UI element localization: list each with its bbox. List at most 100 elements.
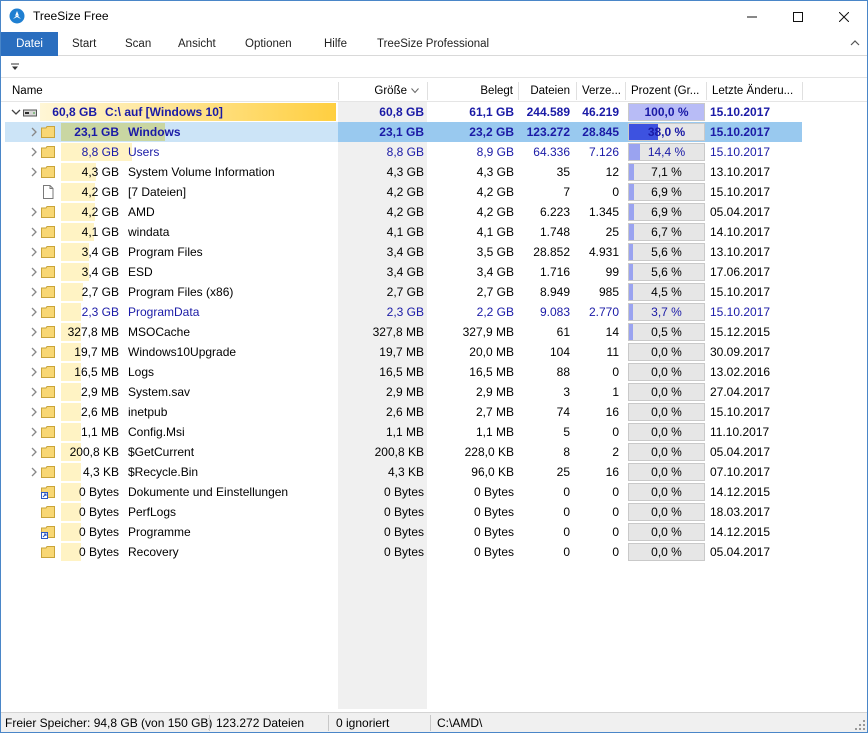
row-name: C:\ auf [Windows 10] (105, 105, 223, 119)
row-name: AMD (128, 205, 155, 219)
menu-scan[interactable]: Scan (125, 32, 151, 56)
chevron-right-icon[interactable] (28, 206, 40, 218)
cell-modified: 13.10.2017 (710, 165, 771, 179)
maximize-button[interactable] (775, 1, 821, 32)
drive-icon (23, 109, 37, 117)
chevron-right-icon[interactable] (28, 246, 40, 258)
cell-folders: 2 (612, 445, 619, 459)
table-row[interactable]: 1,1 MB Config.Msi 1,1 MB 1,1 MB 5 0 0,0 % 11.10… (1, 422, 867, 442)
chevron-right-icon[interactable] (28, 446, 40, 458)
minimize-button[interactable] (729, 1, 775, 32)
chevron-right-icon[interactable] (28, 166, 40, 178)
resize-grip-icon[interactable] (855, 720, 865, 730)
header-modified[interactable]: Letzte Änderu... (712, 80, 800, 102)
percent-text: 0,0 % (651, 505, 682, 519)
header-divider[interactable] (518, 82, 519, 100)
cell-files: 61 (556, 325, 570, 339)
folder-icon (41, 286, 55, 298)
chevron-right-icon[interactable] (28, 426, 40, 438)
row-size-label: 23,1 GB (74, 125, 119, 139)
chevron-right-icon[interactable] (28, 266, 40, 278)
table-row[interactable]: 4,3 KB $Recycle.Bin 4,3 KB 96,0 KB 25 16 0,0 %… (1, 462, 867, 482)
row-name: ESD (128, 265, 153, 279)
header-files[interactable]: Dateien (521, 80, 570, 102)
cell-size: 0 Bytes (383, 505, 424, 519)
header-allocated[interactable]: Belegt (431, 80, 513, 102)
customize-dropdown-icon[interactable] (10, 62, 20, 72)
table-row[interactable]: 2,3 GB ProgramData 2,3 GB 2,2 GB 9.083 2.770 3… (1, 302, 867, 322)
table-row[interactable]: 60,8 GB C:\ auf [Windows 10] 60,8 GB 61,1 G… (1, 102, 867, 122)
header-name[interactable]: Name (12, 80, 312, 102)
header-divider[interactable] (427, 82, 428, 100)
chevron-right-icon[interactable] (28, 326, 40, 338)
chevron-right-icon[interactable] (28, 286, 40, 298)
table-row[interactable]: 2,6 MB inetpub 2,6 MB 2,7 MB 74 16 0,0 % 15.10.… (1, 402, 867, 422)
header-size[interactable]: Größe (341, 80, 407, 102)
close-button[interactable] (821, 1, 867, 32)
percent-bar: 100,0 % (628, 103, 705, 121)
table-row[interactable]: 0 Bytes PerfLogs 0 Bytes 0 Bytes 0 0 0,0 % 18.0… (1, 502, 867, 522)
cell-size: 1,1 MB (385, 425, 424, 439)
chevron-right-icon[interactable] (28, 346, 40, 358)
folder-tree-table[interactable]: 60,8 GB C:\ auf [Windows 10] 60,8 GB 61,1 G… (1, 102, 867, 709)
chevron-right-icon[interactable] (28, 366, 40, 378)
table-row[interactable]: 2,7 GB Program Files (x86) 2,7 GB 2,7 GB 8.9… (1, 282, 867, 302)
percent-text: 6,7 % (651, 225, 682, 239)
cell-folders: 0 (612, 425, 619, 439)
table-row[interactable]: 3,4 GB Program Files 3,4 GB 3,5 GB 28.852 4.9… (1, 242, 867, 262)
table-row[interactable]: 23,1 GB Windows 23,1 GB 23,2 GB 123.272 28.84… (1, 122, 867, 142)
chevron-right-icon[interactable] (28, 306, 40, 318)
chevron-right-icon[interactable] (28, 466, 40, 478)
header-divider[interactable] (576, 82, 577, 100)
table-row[interactable]: 8,8 GB Users 8,8 GB 8,9 GB 64.336 7.126 14,4 %… (1, 142, 867, 162)
header-divider[interactable] (625, 82, 626, 100)
chevron-right-icon[interactable] (28, 126, 40, 138)
header-divider[interactable] (706, 82, 707, 100)
chevron-right-icon[interactable] (28, 406, 40, 418)
table-row[interactable]: 3,4 GB ESD 3,4 GB 3,4 GB 1.716 99 5,6 % 17.06.2… (1, 262, 867, 282)
menu-treesize-professional[interactable]: TreeSize Professional (377, 32, 489, 56)
chevron-up-icon[interactable] (849, 37, 861, 49)
chevron-right-icon[interactable] (28, 226, 40, 238)
header-divider[interactable] (338, 82, 339, 100)
cell-allocated: 3,5 GB (476, 245, 514, 259)
cell-size: 4,3 KB (387, 465, 424, 479)
header-folders[interactable]: Verze... (582, 80, 623, 102)
table-row[interactable]: 0 Bytes Dokumente und Einstellungen 0 Byte… (1, 482, 867, 502)
cell-modified: 05.04.2017 (710, 205, 771, 219)
percent-text: 0,0 % (651, 545, 682, 559)
title-bar[interactable]: TreeSize Free (1, 1, 867, 32)
menu-start[interactable]: Start (72, 32, 96, 56)
cell-size: 200,8 KB (374, 445, 424, 459)
table-row[interactable]: 4,3 GB System Volume Information 4,3 GB 4,3… (1, 162, 867, 182)
table-row[interactable]: 4,2 GB AMD 4,2 GB 4,2 GB 6.223 1.345 6,9 % 05.0… (1, 202, 867, 222)
header-divider[interactable] (802, 82, 803, 100)
cell-modified: 15.10.2017 (710, 405, 771, 419)
table-row[interactable]: 0 Bytes Programme 0 Bytes 0 Bytes 0 0 0,0 % 14.… (1, 522, 867, 542)
cell-files: 35 (556, 165, 570, 179)
header-percent[interactable]: Prozent (Gr... (631, 80, 703, 102)
table-row[interactable]: 4,1 GB windata 4,1 GB 4,1 GB 1.748 25 6,7 % 14.… (1, 222, 867, 242)
chevron-down-icon[interactable] (10, 106, 22, 118)
row-size-label: 60,8 GB (52, 105, 97, 119)
table-row[interactable]: 19,7 MB Windows10Upgrade 19,7 MB 20,0 MB 104… (1, 342, 867, 362)
table-row[interactable]: 0 Bytes Recovery 0 Bytes 0 Bytes 0 0 0,0 % 05.0… (1, 542, 867, 562)
folder-icon (41, 446, 55, 458)
table-row[interactable]: 200,8 KB $GetCurrent 200,8 KB 228,0 KB 8 2 0,0… (1, 442, 867, 462)
folder-icon (41, 406, 55, 418)
folder-icon (41, 306, 55, 318)
table-row[interactable]: 4,2 GB [7 Dateien] 4,2 GB 4,2 GB 7 0 6,9 % 15.1… (1, 182, 867, 202)
menu-optionen[interactable]: Optionen (245, 32, 292, 56)
table-row[interactable]: 16,5 MB Logs 16,5 MB 16,5 MB 88 0 0,0 % 13.02.2… (1, 362, 867, 382)
menu-ansicht[interactable]: Ansicht (178, 32, 216, 56)
table-row[interactable]: 327,8 MB MSOCache 327,8 MB 327,9 MB 61 14 0,5 … (1, 322, 867, 342)
table-row[interactable]: 2,9 MB System.sav 2,9 MB 2,9 MB 3 1 0,0 % 27.04… (1, 382, 867, 402)
chevron-right-icon[interactable] (28, 386, 40, 398)
menu-hilfe[interactable]: Hilfe (324, 32, 347, 56)
row-size-label: 4,2 GB (81, 205, 119, 219)
cell-folders: 1.345 (588, 205, 619, 219)
menu-datei[interactable]: Datei (1, 32, 58, 56)
cell-files: 0 (563, 545, 570, 559)
chevron-right-icon[interactable] (28, 146, 40, 158)
folder-icon (41, 166, 55, 178)
